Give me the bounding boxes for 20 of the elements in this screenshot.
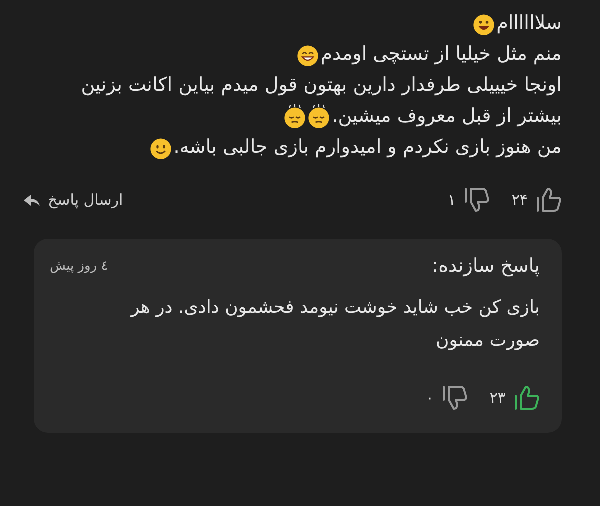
comment-text: اونجا خیییلی طرفدار دارین بهتون قول میدم بیاین اکانت بزنین <box>81 73 562 98</box>
thumbs-up-icon[interactable] <box>536 187 562 213</box>
emoji-icon <box>308 104 330 129</box>
emoji-icon <box>284 104 306 129</box>
comment-text: منم مثل خیلیا از تستچی اومدم <box>320 42 562 67</box>
like-count: ۲۳ <box>490 389 506 407</box>
comment-text: سلاااااام <box>496 11 562 36</box>
reply-title: پاسخ سازنده: <box>432 255 540 277</box>
dislike-count: ۱ <box>448 191 456 209</box>
dislike-count: ۰ <box>426 389 434 407</box>
reply-time: ٤ روز پیش <box>50 258 108 274</box>
like-count: ۲۴ <box>512 191 528 209</box>
comment-text: من هنوز بازی نکردم و امیدوارم بازی جالبی باشه. <box>174 135 562 160</box>
thumbs-down-icon[interactable] <box>442 385 468 411</box>
reply-button[interactable]: ارسال پاسخ <box>20 187 128 213</box>
thumbs-down-icon[interactable] <box>464 187 490 213</box>
thumbs-up-icon[interactable] <box>514 385 540 411</box>
reply-icon <box>24 194 40 206</box>
comment-text: بیشتر از قبل معروف میشین. <box>332 104 562 129</box>
reply-text: بازی کن خب شاید خوشت نیومد فحشمون دادی. در هر صورت ممنون <box>129 296 540 353</box>
